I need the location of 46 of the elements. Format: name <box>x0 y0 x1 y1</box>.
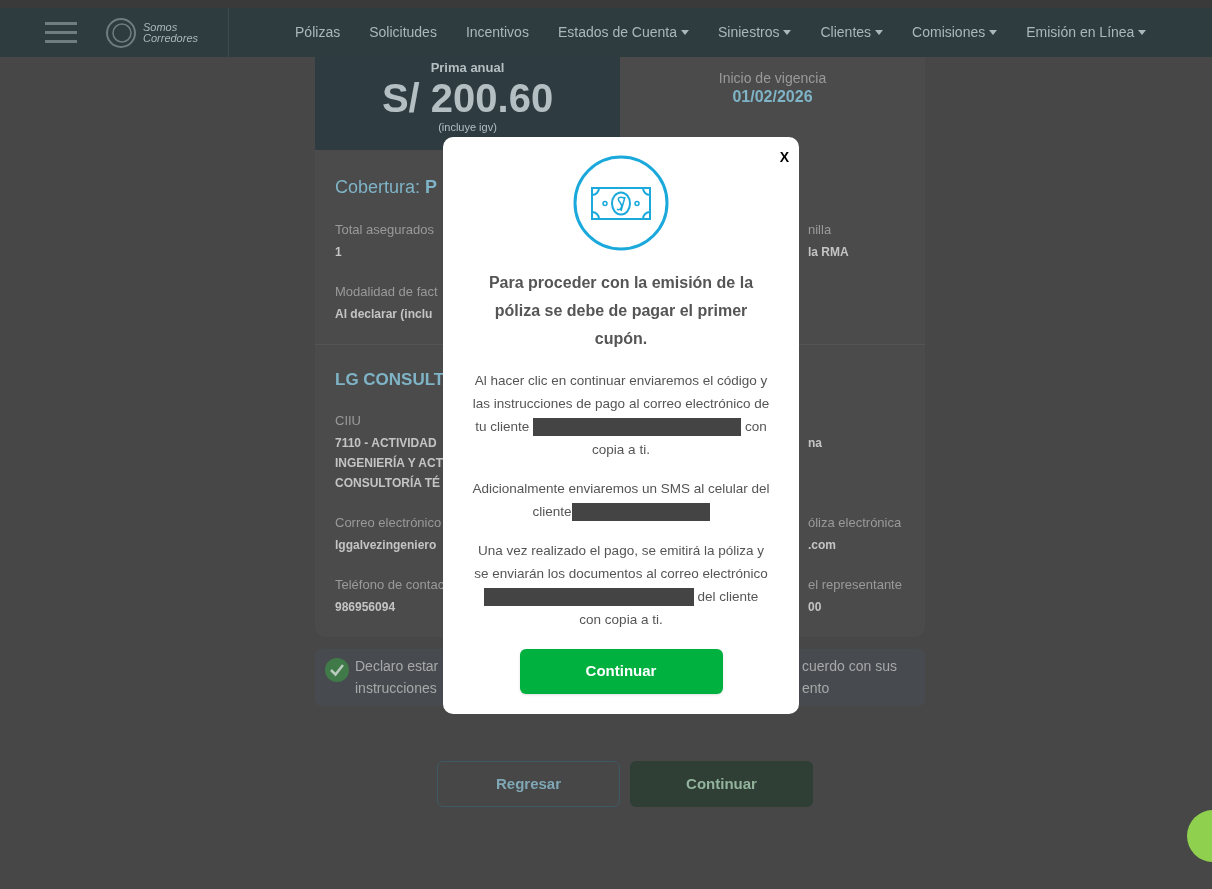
continue-button[interactable]: Continuar <box>630 761 813 807</box>
dialog-paragraph: Una vez realizado el pago, se emitirá la póliza y se enviarán los documentos al correo electrónico del cliente con copia a ti. <box>473 542 769 629</box>
field-value: la RMA <box>808 244 850 261</box>
banknote-icon <box>573 155 669 251</box>
nav-link[interactable]: Incentivos <box>465 22 529 43</box>
nav-link[interactable]: Siniestros <box>718 22 792 43</box>
coverage-title: Cobertura: P <box>335 177 438 197</box>
menu-icon[interactable] <box>45 20 77 45</box>
field-value: 986956094 <box>335 599 397 616</box>
nav-link[interactable]: Comisiones <box>912 22 998 43</box>
nav-link[interactable]: Estados de Cuenta <box>557 22 689 43</box>
dialog-paragraph: Adicionalmente enviaremos un SMS al celular del cliente <box>471 477 771 523</box>
field-label: Correo electrónico <box>335 514 441 531</box>
field-value: na <box>808 435 823 452</box>
nav-link[interactable]: Pólizas <box>295 22 341 43</box>
field-label: Modalidad de fact <box>335 283 439 300</box>
field-value: .com <box>808 537 837 554</box>
field-value: 7110 - ACTIVIDAD INGENIERÍA Y ACT CONSULTORÍA TÉ <box>335 435 441 492</box>
field-label: Total asegurados <box>335 221 435 238</box>
field-value: 00 <box>808 599 823 616</box>
nav-link[interactable]: Solicitudes <box>369 22 437 43</box>
logo-text: Somos Corredores <box>143 21 199 44</box>
declaration-text: cuerdo con sus ento <box>802 657 898 698</box>
dialog-paragraph: Al hacer clic en continuar enviaremos el código y las instrucciones de pago al correo electrónico de tu cliente con copia a ti. <box>471 372 771 459</box>
start-label: Inicio de vigencia <box>718 69 827 87</box>
nav-link[interactable]: Emisión en Línea <box>1026 22 1147 43</box>
premium-amount: S/ 200.60 <box>381 76 554 120</box>
field-label: nilla <box>808 221 833 238</box>
checkbox[interactable] <box>325 658 349 682</box>
declaration-text: Declaro estar instrucciones <box>355 657 439 698</box>
dialog-title: Para proceder con la emisión de la póliza se debe de pagar el primer cupón. <box>487 273 755 349</box>
field-value: lggalvezingeniero <box>335 537 438 554</box>
start-date: 01/02/2026 <box>732 87 813 107</box>
back-button[interactable]: Regresar <box>437 761 620 807</box>
field-label: el representante <box>808 576 903 593</box>
field-label: óliza electrónica <box>808 514 903 531</box>
nav-link[interactable]: Clientes <box>820 22 884 43</box>
field-label: CIIU <box>335 412 362 429</box>
premium-note: (incluye igv) <box>438 120 497 134</box>
field-label: Teléfono de contac <box>335 576 441 593</box>
field-value: Al declarar (inclu <box>335 306 434 323</box>
logo-icon <box>105 16 137 49</box>
close-button[interactable]: X <box>779 149 789 165</box>
company-name: LG CONSULT <box>335 370 445 389</box>
premium-label: Prima anual <box>430 59 505 76</box>
field-value: 1 <box>335 244 343 261</box>
